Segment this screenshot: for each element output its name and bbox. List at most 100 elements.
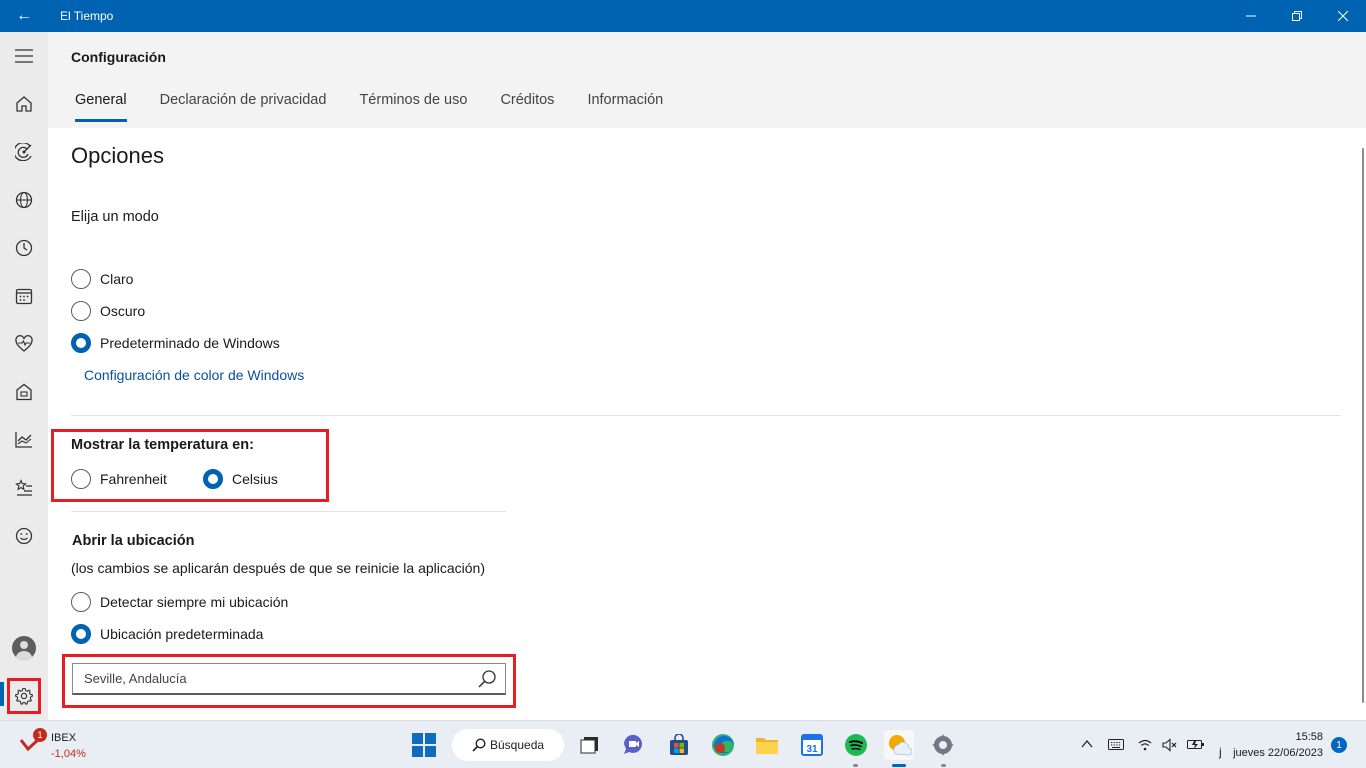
running-app-indicator (853, 764, 858, 767)
radio-label: Detectar siempre mi ubicación (100, 594, 289, 610)
widget-badge: 1 (33, 728, 47, 742)
taskbar-edge[interactable] (708, 730, 738, 760)
radio-circle-selected[interactable] (71, 333, 91, 353)
tab-info[interactable]: Información (587, 92, 663, 122)
notification-badge[interactable]: 1 (1331, 737, 1347, 753)
back-button[interactable]: ← (0, 0, 48, 32)
radio-circle[interactable] (71, 269, 91, 289)
settings-tabs: General Declaración de privacidad Términ… (75, 92, 696, 122)
clock[interactable]: 15:58 jueves 22/06/2023 (1233, 729, 1323, 761)
task-view-icon (580, 737, 598, 754)
nav-health[interactable] (0, 324, 48, 364)
volume-muted-icon[interactable] (1162, 738, 1178, 752)
radio-circle-selected[interactable] (203, 469, 223, 489)
location-search-box[interactable] (72, 663, 506, 695)
tab-privacy[interactable]: Declaración de privacidad (160, 92, 327, 122)
radio-circle[interactable] (71, 592, 91, 612)
search-icon (472, 738, 486, 752)
keyboard-icon[interactable] (1108, 739, 1124, 750)
radio-unit-fahrenheit[interactable]: Fahrenheit (71, 469, 167, 489)
radio-label: Claro (100, 271, 134, 287)
settings-header: Configuración General Declaración de pri… (48, 32, 1366, 128)
nav-feedback[interactable] (0, 516, 48, 556)
options-heading: Opciones (71, 143, 164, 168)
active-app-indicator (892, 764, 906, 767)
chat-camera-icon (623, 734, 642, 754)
taskbar-search[interactable]: Búsqueda (452, 729, 564, 761)
taskbar-file-explorer[interactable] (752, 730, 782, 760)
radio-label: Predeterminado de Windows (100, 335, 280, 351)
task-view-button[interactable] (575, 730, 605, 760)
radio-circle[interactable] (71, 301, 91, 321)
taskbar-chat[interactable] (619, 730, 649, 760)
radio-mode-light[interactable]: Claro (71, 269, 133, 289)
heart-pulse-icon (15, 335, 33, 352)
nav-life[interactable] (0, 372, 48, 412)
stock-widget[interactable]: 1 IBEX -1,04% (20, 728, 90, 762)
nav-trends[interactable] (0, 420, 48, 460)
chevron-up-icon[interactable] (1081, 739, 1093, 749)
radio-detect-location[interactable]: Detectar siempre mi ubicación (71, 592, 288, 612)
taskbar-weather-app[interactable] (884, 730, 914, 760)
search-icon[interactable] (477, 669, 497, 689)
radio-unit-celsius[interactable]: Celsius (203, 469, 278, 489)
store-bag-icon (670, 734, 688, 755)
radio-circle-selected[interactable] (71, 624, 91, 644)
taskbar-calendar[interactable]: 31 (797, 730, 827, 760)
nav-maps[interactable] (0, 180, 48, 220)
radio-circle[interactable] (71, 469, 91, 489)
folder-icon (756, 738, 778, 754)
battery-charging-icon[interactable] (1187, 738, 1205, 751)
favorites-icon (15, 479, 32, 496)
clock-icon (15, 239, 33, 257)
taskbar-spotify[interactable] (841, 730, 871, 760)
radio-mode-windows-default[interactable]: Predeterminado de Windows (71, 333, 280, 353)
mode-label: Elija un modo (71, 209, 159, 225)
tab-general[interactable]: General (75, 92, 127, 122)
taskbar-settings[interactable] (928, 730, 958, 760)
network-icon[interactable] (1138, 738, 1152, 752)
clock-time: 15:58 (1295, 731, 1323, 743)
restore-icon (1292, 11, 1302, 21)
minimize-icon (1246, 15, 1256, 17)
start-button[interactable] (409, 730, 439, 760)
hamburger-menu-button[interactable] (0, 36, 48, 76)
weather-sun-cloud-icon (889, 735, 912, 756)
windows-color-settings-link[interactable]: Configuración de color de Windows (84, 367, 304, 383)
radio-label: Celsius (232, 471, 278, 487)
clock-date: jueves 22/06/2023 (1233, 747, 1323, 759)
tab-terms[interactable]: Términos de uso (359, 92, 467, 122)
restore-button[interactable] (1274, 0, 1320, 32)
taskbar: 1 IBEX -1,04% Búsqueda 31 j 15:58 jueves… (0, 720, 1366, 768)
vertical-scrollbar[interactable] (1360, 128, 1366, 720)
running-app-indicator (941, 764, 946, 767)
window-controls (1228, 0, 1366, 32)
nav-calendar[interactable] (0, 276, 48, 316)
radio-default-location[interactable]: Ubicación predeterminada (71, 624, 263, 644)
radio-mode-dark[interactable]: Oscuro (71, 301, 145, 321)
account-avatar[interactable] (12, 636, 36, 660)
windows-logo-icon (412, 733, 436, 757)
house-icon (16, 383, 32, 401)
nav-radar[interactable] (0, 132, 48, 172)
minimize-button[interactable] (1228, 0, 1274, 32)
nav-favorites[interactable] (0, 468, 48, 508)
scrollbar-thumb[interactable] (1362, 148, 1364, 703)
nav-history[interactable] (0, 228, 48, 268)
window-title: El Tiempo (60, 9, 114, 23)
temperature-heading: Mostrar la temperatura en: (71, 437, 254, 453)
tab-credits[interactable]: Créditos (500, 92, 554, 122)
close-button[interactable] (1320, 0, 1366, 32)
settings-highlight-box (7, 678, 41, 714)
nav-home[interactable] (0, 84, 48, 124)
taskbar-search-label: Búsqueda (490, 738, 545, 752)
chart-icon (15, 432, 32, 448)
settings-gear-icon (932, 734, 954, 756)
title-bar: ← El Tiempo (0, 0, 1366, 32)
location-search-input[interactable] (84, 671, 464, 686)
svg-text:31: 31 (806, 744, 818, 755)
close-icon (1338, 11, 1348, 21)
taskbar-store[interactable] (664, 730, 694, 760)
stock-change: -1,04% (51, 748, 86, 760)
section-divider (71, 415, 1341, 416)
